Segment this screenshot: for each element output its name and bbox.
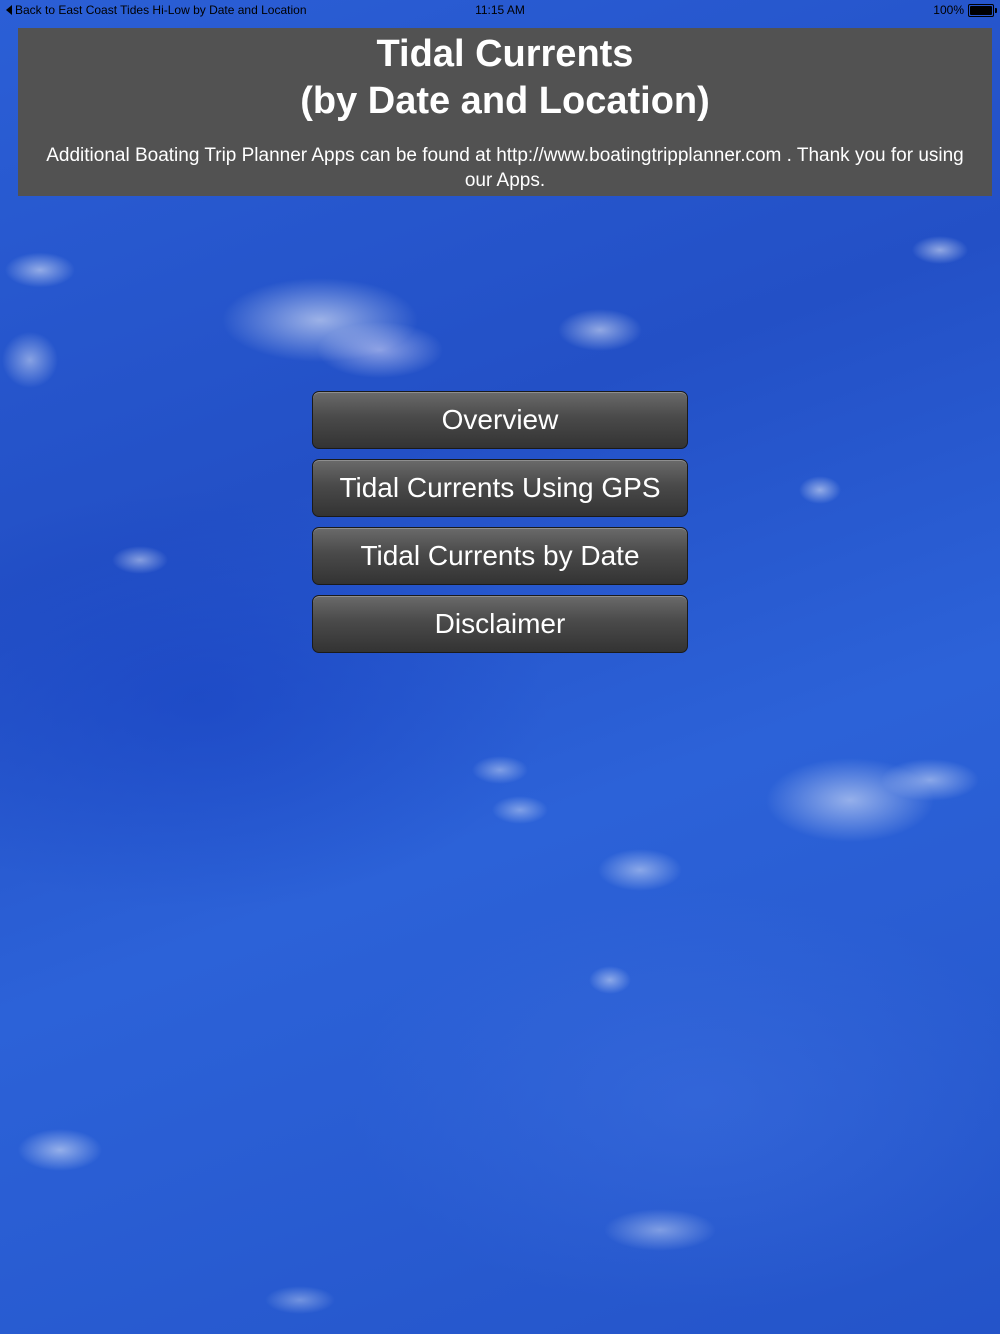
page-subtitle: (by Date and Location) <box>300 80 710 122</box>
battery-tip <box>995 7 997 13</box>
tidal-currents-by-date-button[interactable]: Tidal Currents by Date <box>312 527 688 585</box>
main-menu: Overview Tidal Currents Using GPS Tidal … <box>312 391 688 663</box>
status-bar: Back to East Coast Tides Hi-Low by Date … <box>0 0 1000 22</box>
battery-fill <box>970 5 992 15</box>
status-time: 11:15 AM <box>475 3 525 17</box>
battery-icon <box>968 3 997 17</box>
battery-percent: 100% <box>933 3 964 17</box>
status-battery: 100% <box>933 3 997 17</box>
header-panel: Tidal Currents (by Date and Location) Ad… <box>18 28 992 196</box>
overview-button[interactable]: Overview <box>312 391 688 449</box>
apps-info-text: Additional Boating Trip Planner Apps can… <box>46 145 964 191</box>
tidal-currents-gps-button[interactable]: Tidal Currents Using GPS <box>312 459 688 517</box>
page-title: Tidal Currents <box>376 33 634 75</box>
disclaimer-button[interactable]: Disclaimer <box>312 595 688 653</box>
